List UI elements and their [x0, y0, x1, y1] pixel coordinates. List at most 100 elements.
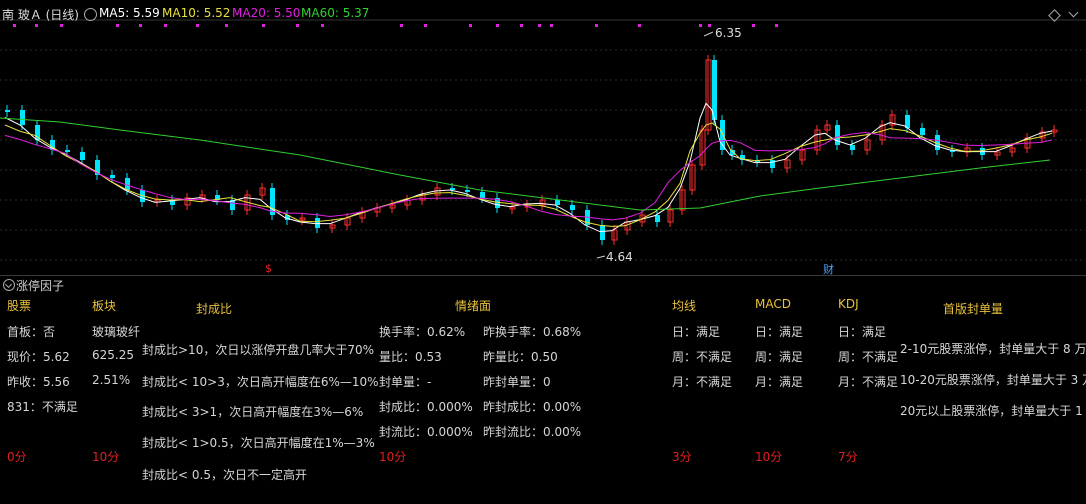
candle-body: [125, 178, 130, 190]
candle-body: [600, 225, 605, 240]
candle-body: [315, 218, 320, 228]
signal-marker: [196, 24, 199, 27]
collapse-toggle-icon[interactable]: [3, 279, 15, 291]
signal-marker: [139, 24, 142, 27]
signal-marker: [708, 24, 711, 27]
candle-body: [465, 190, 470, 192]
low-pointer: [596, 255, 606, 259]
dividend-marker[interactable]: $: [265, 262, 272, 275]
candle-body: [65, 150, 70, 152]
first-board-row: 10-20元股票涨停，封单量大于 3 万: [900, 373, 1086, 387]
low-price-label: 4.64: [606, 250, 633, 264]
candle-body: [850, 145, 855, 150]
ma20-label: MA20: 5.50: [232, 6, 301, 20]
sentiment-left-row: 量比：0.53: [379, 350, 442, 364]
candle-body: [80, 152, 85, 160]
sentiment-right-row: 昨封流比：0.00%: [483, 425, 582, 439]
signal-marker: [699, 24, 702, 27]
panel-title: 涨停因子: [16, 279, 65, 293]
candle-body: [20, 110, 25, 125]
kdj-row: 日：满足: [838, 325, 887, 339]
macd-score: 10分: [755, 450, 783, 464]
signal-marker: [116, 24, 119, 27]
signal-marker: [469, 24, 472, 27]
signal-marker: [225, 24, 228, 27]
signal-marker: [538, 24, 541, 27]
stock-row: 昨收：5.56: [7, 375, 70, 389]
ma-header: 均线: [672, 299, 697, 313]
sentiment-right-row: 昨封成比：0.00%: [483, 400, 582, 414]
first-board-rows: 2-10元股票涨停，封单量大于 8 万 10-20元股票涨停，封单量大于 3 万…: [900, 330, 1086, 430]
stock-row: 现价：5.62: [7, 350, 70, 364]
ma60-label: MA60: 5.37: [301, 6, 370, 20]
signal-marker: [595, 24, 598, 27]
stocks-score: 0分: [7, 450, 27, 464]
sector-header: 板块: [92, 299, 117, 313]
seal-ratio-header: 封成比: [196, 302, 233, 316]
seal-ratio-row: 封成比< 0.5，次日不一定高开: [142, 468, 307, 482]
signal-marker: [13, 24, 16, 27]
sentiment-left-row: 封单量：-: [379, 375, 432, 389]
stock-row: 首板：否: [7, 325, 56, 339]
candle-body: [5, 110, 10, 112]
signal-marker: [752, 24, 755, 27]
ma-row: 日：满足: [672, 325, 721, 339]
signal-marker: [164, 24, 167, 27]
first-board-header: 首版封单量: [943, 302, 1004, 316]
panel-divider: [0, 275, 1086, 276]
signal-marker: [262, 24, 265, 27]
sentiment-score: 10分: [379, 450, 407, 464]
signal-marker: [638, 24, 641, 27]
signal-marker: [550, 24, 553, 27]
seal-ratio-row: 封成比>10，次日以涨停开盘几率大于70%: [142, 343, 374, 357]
kdj-score: 7分: [838, 450, 858, 464]
candle-body: [655, 215, 660, 222]
kline-chart[interactable]: [0, 0, 1086, 276]
kdj-row: 月：不满足: [838, 375, 899, 389]
sentiment-left-row: 换手率：0.62%: [379, 325, 466, 339]
first-board-row: 2-10元股票涨停，封单量大于 8 万: [900, 342, 1086, 356]
sector-row: 625.25: [92, 348, 134, 362]
ma5-label: MA5: 5.59: [99, 6, 160, 20]
candle-body: [110, 175, 115, 178]
signal-marker: [775, 24, 778, 27]
macd-row: 月：满足: [755, 375, 804, 389]
ma-row: 月：不满足: [672, 375, 733, 389]
ma10-label: MA10: 5.52: [162, 6, 231, 20]
signal-marker: [520, 24, 523, 27]
sentiment-left-row: 封成比：0.000%: [379, 400, 473, 414]
stock-title[interactable]: 南 玻Ａ (日线): [2, 6, 79, 23]
candle-body: [920, 128, 925, 135]
sentiment-right-row: 昨量比：0.50: [483, 350, 558, 364]
signal-marker: [424, 24, 427, 27]
sector-score: 10分: [92, 450, 120, 464]
settings-circle-icon[interactable]: [84, 8, 97, 21]
kdj-header: KDJ: [838, 297, 859, 311]
signal-marker: [321, 24, 324, 27]
stocks-header: 股票: [7, 299, 32, 313]
kline-svg[interactable]: [0, 0, 1086, 276]
candle-body: [835, 125, 840, 145]
macd-header: MACD: [755, 297, 791, 311]
seal-ratio-row: 封成比< 1>0.5，次日高开幅度在1%—3%: [142, 436, 375, 450]
candle-body: [555, 200, 560, 205]
sentiment-right-row: 昨换手率：0.68%: [483, 325, 582, 339]
high-price-label: 6.35: [715, 26, 742, 40]
kdj-row: 周：不满足: [838, 350, 899, 364]
signal-marker: [60, 24, 63, 27]
high-pointer: [703, 31, 714, 37]
candle-body: [570, 205, 575, 210]
ma10-line: [4, 122, 1053, 227]
first-board-row: 20元以上股票涨停，封单量大于 1: [900, 404, 1083, 418]
signal-marker: [35, 24, 38, 27]
signal-marker: [496, 24, 499, 27]
sector-row: 2.51%: [92, 373, 131, 387]
ma-row: 周：不满足: [672, 350, 733, 364]
seal-ratio-row: 封成比< 3>1，次日高开幅度在3%—6%: [142, 405, 364, 419]
signal-marker: [400, 24, 403, 27]
ma20-line: [4, 132, 1053, 221]
sentiment-header: 情绪面: [455, 299, 492, 313]
stock-row: 831：不满足: [7, 400, 78, 414]
sector-row: 玻璃玻纤: [92, 325, 141, 339]
seal-ratio-row: 封成比< 10>3，次日高开幅度在6%—10%: [142, 375, 379, 389]
